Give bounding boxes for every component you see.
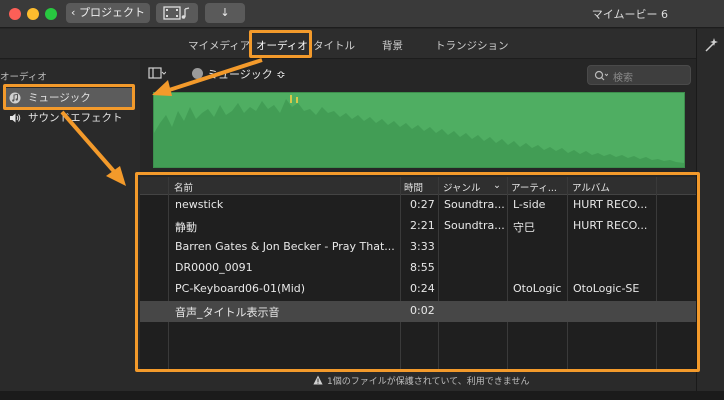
- table-row[interactable]: PC-Keyboard06-01(Mid) 0:24 OtoLogic OtoL…: [140, 279, 696, 300]
- audio-sidebar: オーディオ ミュージック サウンドエフェクト: [0, 60, 140, 400]
- audio-source-dropdown[interactable]: ミュージック ≎: [192, 66, 286, 82]
- back-to-projects-label: プロジェクト: [78, 6, 145, 19]
- cell-name: DR0000_0091: [175, 261, 253, 274]
- tab-transitions[interactable]: トランジション: [435, 38, 509, 53]
- cell-genre: Soundtra...: [444, 219, 505, 232]
- cell-name: Barren Gates & Jon Becker - Pray That...: [175, 240, 395, 253]
- content-toolbar: ミュージック ≎ 検索: [140, 60, 696, 88]
- cell-artist: L-side: [513, 198, 546, 211]
- sidebar-item-label: ミュージック: [28, 92, 91, 104]
- waveform-graphic: [154, 95, 684, 167]
- cell-album: HURT RECO...: [573, 219, 648, 232]
- timeline-edge: [0, 391, 724, 400]
- app-title: マイムービー 6: [591, 8, 668, 21]
- import-download-button[interactable]: ↓: [205, 3, 245, 23]
- music-note-icon: [9, 92, 21, 104]
- sidebar-item-label: サウンドエフェクト: [28, 112, 123, 124]
- cell-time: 8:55: [410, 261, 435, 274]
- tab-my-media[interactable]: マイメディア: [188, 38, 250, 53]
- cell-album: OtoLogic-SE: [573, 282, 640, 295]
- close-window-button[interactable]: [9, 8, 21, 20]
- back-to-projects-button[interactable]: ‹ プロジェクト: [66, 3, 150, 23]
- warning-icon: [313, 375, 323, 385]
- protected-file-notice: 1個のファイルが保護されていて、利用できません: [140, 371, 696, 391]
- column-header-artist[interactable]: アーティ...: [511, 180, 557, 194]
- table-row[interactable]: 静動 2:21 Soundtra... 守巳 HURT RECO...: [140, 216, 696, 237]
- film-music-icon: [163, 6, 190, 20]
- imovie-window: ‹ プロジェクト ↓ マイムービー 6 マイメディア オーディオ タイトル 背景…: [0, 0, 724, 400]
- cell-name: 音声_タイトル表示音: [175, 306, 280, 319]
- speaker-icon: [10, 113, 21, 123]
- column-header-genre[interactable]: ジャンル: [443, 180, 481, 194]
- warning-text: 1個のファイルが保護されていて、利用できません: [327, 377, 530, 387]
- music-table: 名前 時間 ジャンル ⌄ アーティ... アルバム newstick 0:27 …: [140, 177, 696, 369]
- arrow-down-icon: ↓: [220, 6, 230, 19]
- cell-time: 3:33: [410, 240, 435, 253]
- audio-waveform-preview[interactable]: [153, 92, 685, 168]
- column-header-album[interactable]: アルバム: [572, 180, 610, 194]
- magic-wand-icon[interactable]: [703, 37, 719, 53]
- cell-artist: 守巳: [513, 221, 535, 234]
- inspector-strip: [696, 29, 724, 400]
- cell-genre: Soundtra...: [444, 198, 505, 211]
- cell-time: 0:02: [410, 304, 435, 317]
- table-row[interactable]: DR0000_0091 8:55: [140, 258, 696, 279]
- sidebar-toggle-icon[interactable]: [148, 67, 166, 81]
- sort-chevron-icon[interactable]: ⌄: [493, 180, 501, 191]
- search-placeholder: 検索: [613, 73, 633, 84]
- table-row-selected[interactable]: 音声_タイトル表示音 0:02: [140, 301, 696, 322]
- minimize-window-button[interactable]: [27, 8, 39, 20]
- column-header-name[interactable]: 名前: [174, 180, 193, 194]
- tab-backgrounds[interactable]: 背景: [382, 38, 403, 53]
- title-bar: ‹ プロジェクト ↓ マイムービー 6: [0, 0, 724, 28]
- cell-time: 2:21: [410, 219, 435, 232]
- table-row[interactable]: Barren Gates & Jon Becker - Pray That...…: [140, 237, 696, 258]
- sidebar-item-sound-effects[interactable]: サウンドエフェクト: [4, 108, 134, 128]
- table-header: 名前 時間 ジャンル ⌄ アーティ... アルバム: [140, 177, 696, 195]
- cell-album: HURT RECO...: [573, 198, 648, 211]
- table-row[interactable]: newstick 0:27 Soundtra... L-side HURT RE…: [140, 195, 696, 216]
- cell-time: 0:27: [410, 198, 435, 211]
- browser-tab-bar: マイメディア オーディオ タイトル 背景 トランジション: [0, 29, 696, 59]
- sidebar-item-music[interactable]: ミュージック: [4, 88, 134, 108]
- tab-titles[interactable]: タイトル: [313, 38, 355, 53]
- media-import-button[interactable]: [156, 3, 198, 23]
- search-input[interactable]: 検索: [587, 65, 691, 85]
- column-header-time[interactable]: 時間: [404, 180, 423, 194]
- sidebar-heading: オーディオ: [0, 72, 47, 83]
- cell-artist: OtoLogic: [513, 282, 562, 295]
- cell-time: 0:24: [410, 282, 435, 295]
- cell-name: 静動: [175, 221, 197, 234]
- search-icon: [594, 70, 608, 81]
- cell-name: newstick: [175, 198, 224, 211]
- chevron-left-icon: ‹: [71, 6, 79, 19]
- music-note-icon: [192, 68, 203, 79]
- tab-audio[interactable]: オーディオ: [256, 38, 308, 53]
- zoom-window-button[interactable]: [45, 8, 57, 20]
- cell-name: PC-Keyboard06-01(Mid): [175, 282, 306, 295]
- audio-source-label: ミュージック ≎: [207, 68, 286, 81]
